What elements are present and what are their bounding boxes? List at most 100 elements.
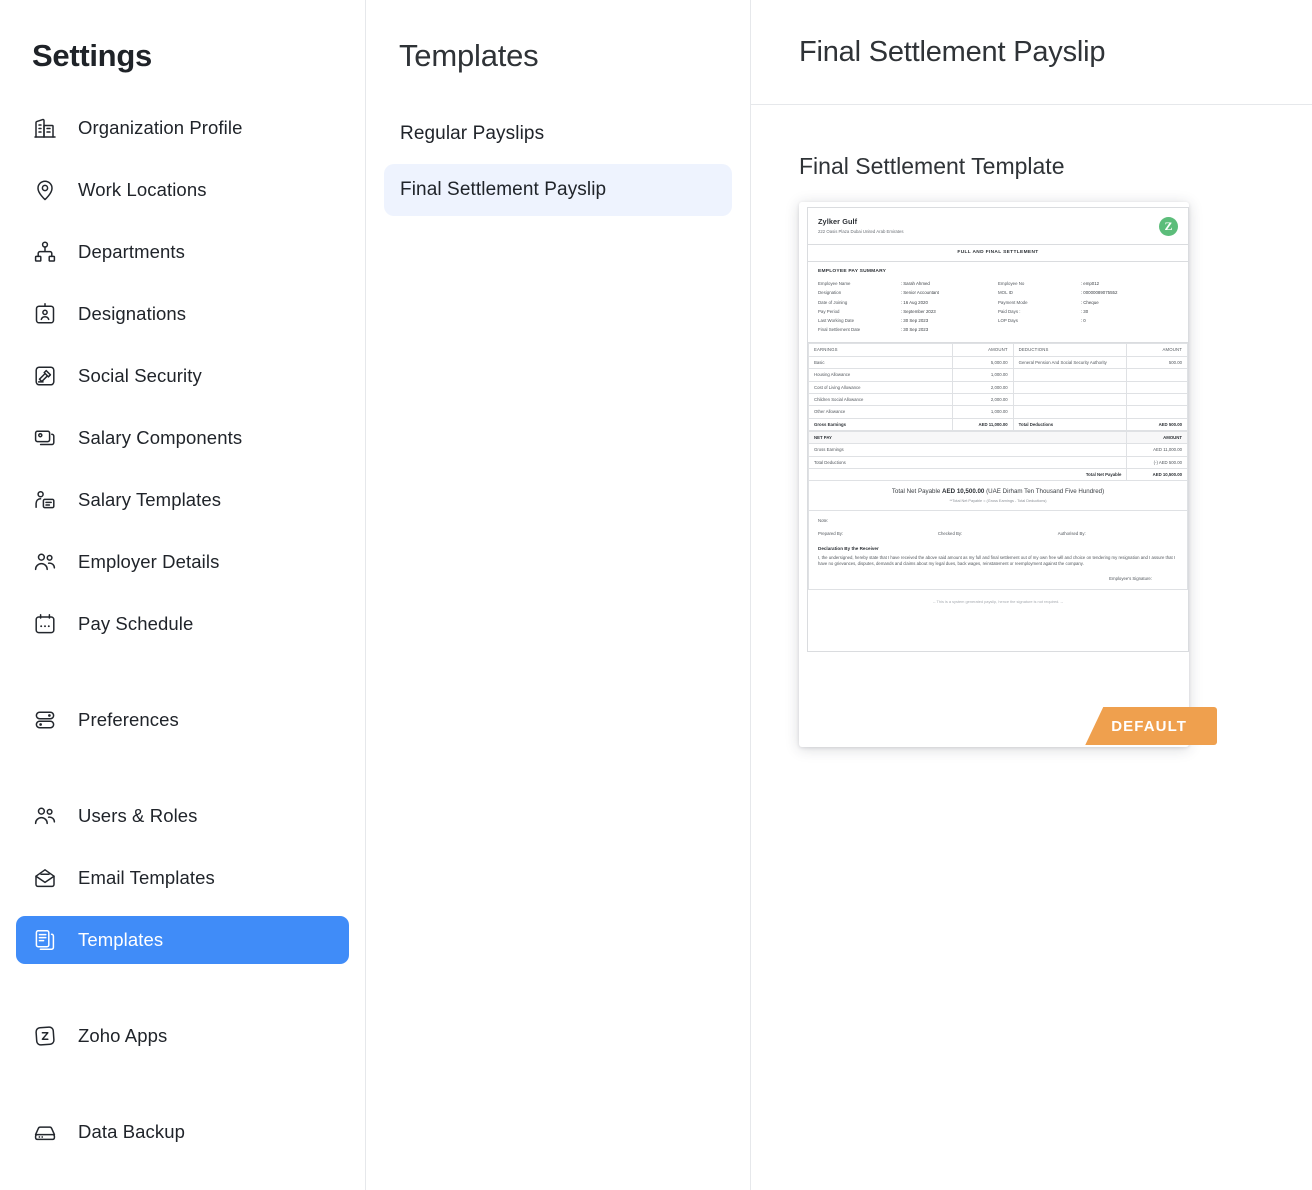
page-title: Settings bbox=[0, 38, 365, 74]
calendar-icon bbox=[32, 611, 58, 637]
earning-name: Children Social Allowance bbox=[809, 393, 953, 405]
table-total-row: Gross Earnings AED 11,000.00 Total Deduc… bbox=[809, 418, 1188, 430]
netpay-row: Total Deductions (-) AED 500.00 bbox=[809, 456, 1188, 468]
zylker-logo-icon: Z bbox=[1159, 217, 1178, 236]
templates-list-panel: Templates Regular Payslips Final Settlem… bbox=[366, 0, 751, 1190]
sidebar-item-label: Salary Templates bbox=[78, 489, 221, 511]
deduction-amount: 500.00 bbox=[1127, 356, 1188, 368]
deduction-name-empty bbox=[1013, 381, 1127, 393]
documents-icon bbox=[32, 927, 58, 953]
summary-heading: EMPLOYEE PAY SUMMARY bbox=[818, 269, 1178, 276]
sidebar-item-salary-components[interactable]: Salary Components bbox=[16, 414, 349, 462]
template-item-final-settlement-payslip[interactable]: Final Settlement Payslip bbox=[384, 164, 732, 216]
summary-value: 30 bbox=[1081, 309, 1088, 315]
deduction-name-empty bbox=[1013, 406, 1127, 418]
organization-address: 222 Oasis Plaza Dubai United Arab Emirat… bbox=[818, 229, 904, 235]
summary-left-column: Employee NameSarah Ahmed DesignationSeni… bbox=[818, 281, 998, 336]
settings-page: Settings Organization Profile Work Locat… bbox=[0, 0, 1312, 1190]
sidebar-item-data-backup[interactable]: Data Backup bbox=[16, 1108, 349, 1156]
table-row: Children Social Allowance 2,000.00 bbox=[809, 393, 1188, 405]
earning-name: Other Allowance bbox=[809, 406, 953, 418]
people-icon bbox=[32, 803, 58, 829]
sidebar-item-pay-schedule[interactable]: Pay Schedule bbox=[16, 600, 349, 648]
sidebar-item-organization-profile[interactable]: Organization Profile bbox=[16, 104, 349, 152]
sidebar-item-employer-details[interactable]: Employer Details bbox=[16, 538, 349, 586]
total-net-payable-amount: AED 10,500.00 bbox=[1127, 469, 1188, 481]
settings-nav-list: Organization Profile Work Locations Depa… bbox=[0, 104, 365, 1156]
declaration-heading: Declaration By the Receiver bbox=[818, 546, 1178, 552]
employee-pay-summary: EMPLOYEE PAY SUMMARY Employee NameSarah … bbox=[808, 262, 1188, 343]
deduction-amount-empty bbox=[1127, 369, 1188, 381]
earning-amount: 1,000.00 bbox=[953, 369, 1014, 381]
total-net-payable-label: Total Net Payable bbox=[809, 469, 1127, 481]
summary-row: Date of Joining16 Aug 2020 bbox=[818, 300, 998, 306]
summary-row: Pay PeriodSeptember 2023 bbox=[818, 309, 998, 315]
netpay-row-name: Total Deductions bbox=[809, 456, 1127, 468]
col-earnings-amount: AMOUNT bbox=[953, 344, 1014, 356]
template-section-title: Final Settlement Template bbox=[799, 153, 1312, 180]
summary-key: Pay Period bbox=[818, 309, 901, 315]
table-row: Other Allowance 1,000.00 bbox=[809, 406, 1188, 418]
sidebar-item-email-templates[interactable]: Email Templates bbox=[16, 854, 349, 902]
sidebar-item-label: Designations bbox=[78, 303, 186, 325]
sidebar-item-departments[interactable]: Departments bbox=[16, 228, 349, 276]
summary-row: LOP Days0 bbox=[998, 318, 1178, 324]
earning-name: Basic bbox=[809, 356, 953, 368]
server-icon bbox=[32, 1119, 58, 1145]
sidebar-item-label: Employer Details bbox=[78, 551, 219, 573]
cards-icon bbox=[32, 425, 58, 451]
sidebar-item-users-and-roles[interactable]: Users & Roles bbox=[16, 792, 349, 840]
person-document-icon bbox=[32, 487, 58, 513]
detail-header: Final Settlement Payslip bbox=[751, 0, 1312, 105]
declaration-body: I, the undersigned, hereby state that I … bbox=[818, 555, 1178, 567]
deduction-amount-empty bbox=[1127, 381, 1188, 393]
sidebar-item-templates[interactable]: Templates bbox=[16, 916, 349, 964]
signature-row: Prepared By: Checked By: Authorised By: bbox=[818, 531, 1178, 537]
deduction-amount-empty bbox=[1127, 406, 1188, 418]
default-badge: DEFAULT bbox=[1085, 707, 1217, 745]
sidebar-item-label: Data Backup bbox=[78, 1121, 185, 1143]
sidebar-item-label: Salary Components bbox=[78, 427, 242, 449]
netpay-row-amount: (-) AED 500.00 bbox=[1127, 456, 1188, 468]
summary-key: Paid Days : bbox=[998, 309, 1081, 315]
earning-amount: 5,000.00 bbox=[953, 356, 1014, 368]
sidebar-item-social-security[interactable]: Social Security bbox=[16, 352, 349, 400]
payslip-document: Zylker Gulf 222 Oasis Plaza Dubai United… bbox=[807, 207, 1189, 652]
summary-value: September 2023 bbox=[901, 309, 936, 315]
org-chart-icon bbox=[32, 239, 58, 265]
summary-row: MOL ID00000089075552 bbox=[998, 290, 1178, 296]
sidebar-item-label: Users & Roles bbox=[78, 805, 198, 827]
earning-amount: 2,000.00 bbox=[953, 393, 1014, 405]
netpay-row-amount: AED 11,000.00 bbox=[1127, 444, 1188, 456]
sidebar-item-designations[interactable]: Designations bbox=[16, 290, 349, 338]
sidebar-item-zoho-apps[interactable]: Zoho Apps bbox=[16, 1012, 349, 1060]
earning-amount: 1,000.00 bbox=[953, 406, 1014, 418]
summary-key: Final Settlement Date bbox=[818, 327, 901, 333]
prepared-by-label: Prepared By: bbox=[818, 531, 938, 537]
sidebar-item-work-locations[interactable]: Work Locations bbox=[16, 166, 349, 214]
organization-name: Zylker Gulf bbox=[818, 217, 904, 227]
summary-value: 00000089075552 bbox=[1081, 290, 1118, 296]
netpay-label: NET PAY bbox=[809, 432, 1127, 444]
grand-total-amount: AED 10,500.00 bbox=[942, 488, 984, 495]
template-item-regular-payslips[interactable]: Regular Payslips bbox=[384, 108, 732, 160]
netpay-row-name: Gross Earnings bbox=[809, 444, 1127, 456]
sidebar-item-salary-templates[interactable]: Salary Templates bbox=[16, 476, 349, 524]
summary-row: Final Settlement Date30 Sep 2023 bbox=[818, 327, 998, 333]
map-pin-icon bbox=[32, 177, 58, 203]
table-row: Cost of Living Allowance 2,000.00 bbox=[809, 381, 1188, 393]
earning-amount: 2,000.00 bbox=[953, 381, 1014, 393]
summary-row: Employee NameSarah Ahmed bbox=[818, 281, 998, 287]
detail-title: Final Settlement Payslip bbox=[799, 36, 1105, 69]
col-deductions-amount: AMOUNT bbox=[1127, 344, 1188, 356]
summary-key: Designation bbox=[818, 290, 901, 296]
summary-right-column: Employee Noemp012 MOL ID00000089075552 P… bbox=[998, 281, 1178, 336]
sidebar-item-preferences[interactable]: Preferences bbox=[16, 696, 349, 744]
total-deductions-amount: AED 500.00 bbox=[1127, 418, 1188, 430]
summary-row: Last Working Date30 Sep 2023 bbox=[818, 318, 998, 324]
envelope-icon bbox=[32, 865, 58, 891]
note-label: Note: bbox=[818, 518, 1178, 524]
toggles-icon bbox=[32, 707, 58, 733]
earning-name: Cost of Living Allowance bbox=[809, 381, 953, 393]
summary-row: Paid Days :30 bbox=[998, 309, 1178, 315]
